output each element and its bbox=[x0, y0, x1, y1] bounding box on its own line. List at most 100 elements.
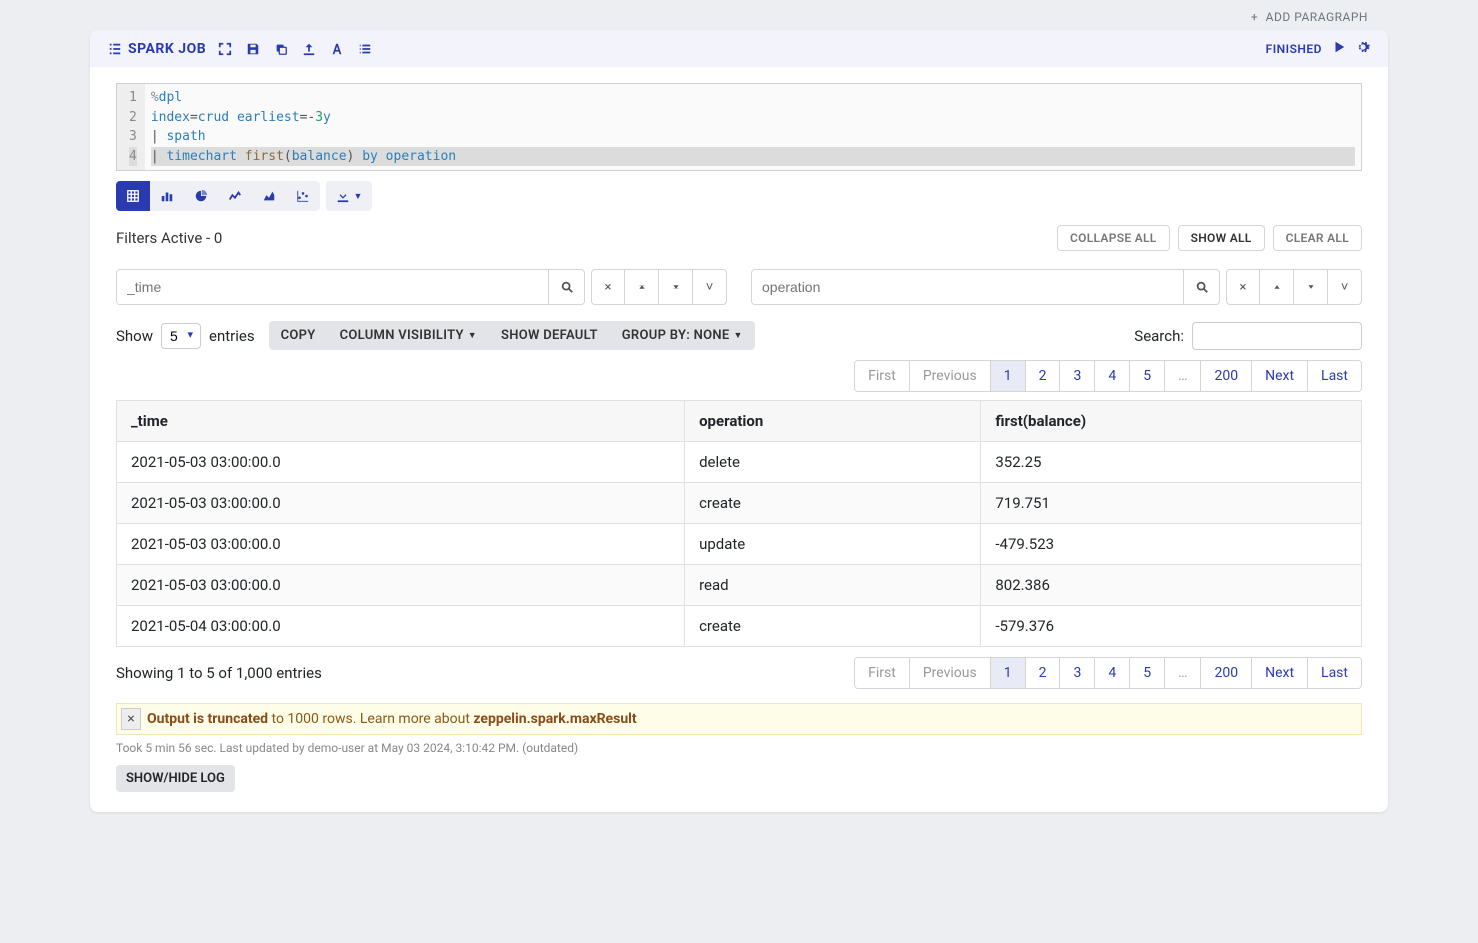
truncation-alert: × Output is truncated to 1000 rows. Lear… bbox=[116, 703, 1362, 735]
page-last[interactable]: Last bbox=[1308, 658, 1361, 688]
page-ellipsis: … bbox=[1165, 361, 1201, 391]
page-4[interactable]: 4 bbox=[1095, 361, 1130, 391]
show-all-button[interactable]: SHOW ALL bbox=[1178, 225, 1265, 251]
line-chart-icon[interactable] bbox=[218, 181, 252, 211]
table-row: 2021-05-03 03:00:00.0read802.386 bbox=[117, 565, 1362, 606]
results-table: _time operation first(balance) 2021-05-0… bbox=[116, 400, 1362, 647]
paragraph-title: SPARK JOB bbox=[108, 41, 206, 57]
filter-input-operation bbox=[751, 269, 1220, 305]
code-editor[interactable]: 1 2 3 4 %dpl index=crud earliest=-3y | s… bbox=[116, 83, 1362, 171]
close-icon[interactable]: × bbox=[121, 708, 141, 730]
page-200[interactable]: 200 bbox=[1201, 658, 1252, 688]
page-1[interactable]: 1 bbox=[991, 361, 1026, 391]
toolbar-icons bbox=[218, 42, 372, 56]
table-cell: update bbox=[685, 524, 981, 565]
clear-all-button[interactable]: CLEAR ALL bbox=[1273, 225, 1362, 251]
page-1[interactable]: 1 bbox=[991, 658, 1026, 688]
col-time[interactable]: _time bbox=[117, 401, 685, 442]
filter-sort-buttons-operation: × ˅ bbox=[1226, 269, 1362, 305]
page-5[interactable]: 5 bbox=[1130, 658, 1165, 688]
expand-icon[interactable] bbox=[218, 42, 232, 56]
table-row: 2021-05-03 03:00:00.0create719.751 bbox=[117, 483, 1362, 524]
page-size-select[interactable]: 5 bbox=[161, 323, 201, 349]
table-row: 2021-05-03 03:00:00.0update-479.523 bbox=[117, 524, 1362, 565]
font-icon[interactable] bbox=[330, 42, 344, 56]
page-3[interactable]: 3 bbox=[1060, 361, 1095, 391]
sort-asc-icon[interactable] bbox=[625, 269, 659, 305]
header-left: SPARK JOB bbox=[108, 41, 372, 57]
code-lines[interactable]: %dpl index=crud earliest=-3y | spath | t… bbox=[145, 84, 1361, 170]
table-cell: 2021-05-03 03:00:00.0 bbox=[117, 524, 685, 565]
gear-icon[interactable] bbox=[1356, 40, 1370, 57]
table-cell: 2021-05-03 03:00:00.0 bbox=[117, 442, 685, 483]
table-cell: create bbox=[685, 483, 981, 524]
collapse-all-button[interactable]: COLLAPSE ALL bbox=[1057, 225, 1170, 251]
show-hide-log-button[interactable]: SHOW/HIDE LOG bbox=[116, 765, 235, 792]
play-icon[interactable] bbox=[1332, 40, 1346, 57]
filter-buttons: COLLAPSE ALL SHOW ALL CLEAR ALL bbox=[1057, 225, 1362, 251]
sort-asc-icon[interactable] bbox=[1260, 269, 1294, 305]
page-first[interactable]: First bbox=[855, 658, 910, 688]
tasks-icon bbox=[108, 42, 122, 56]
table-body: 2021-05-03 03:00:00.0delete352.252021-05… bbox=[117, 442, 1362, 647]
chevron-down-icon[interactable]: ˅ bbox=[693, 269, 727, 305]
page-200[interactable]: 200 bbox=[1201, 361, 1252, 391]
pie-chart-icon[interactable] bbox=[184, 181, 218, 211]
chevron-down-icon: ▼ bbox=[354, 191, 363, 202]
copy-button[interactable]: COPY bbox=[269, 321, 328, 350]
filters-active-label: Filters Active - 0 bbox=[116, 229, 222, 247]
group-by-button[interactable]: GROUP BY: NONE▼ bbox=[610, 321, 755, 350]
page-first[interactable]: First bbox=[855, 361, 910, 391]
scatter-chart-icon[interactable] bbox=[286, 181, 320, 211]
table-view-icon[interactable] bbox=[116, 181, 150, 211]
download-icon bbox=[336, 189, 350, 203]
area-chart-icon[interactable] bbox=[252, 181, 286, 211]
page-2[interactable]: 2 bbox=[1026, 361, 1061, 391]
add-paragraph-label: ADD PARAGRAPH bbox=[1266, 10, 1368, 24]
filter-time-field[interactable] bbox=[117, 270, 548, 304]
save-icon[interactable] bbox=[246, 42, 260, 56]
search-icon[interactable] bbox=[1183, 270, 1219, 304]
clear-filter-icon[interactable]: × bbox=[1226, 269, 1260, 305]
column-visibility-button[interactable]: COLUMN VISIBILITY▼ bbox=[328, 321, 489, 350]
page-2[interactable]: 2 bbox=[1026, 658, 1061, 688]
show-default-button[interactable]: SHOW DEFAULT bbox=[489, 321, 610, 350]
table-cell: read bbox=[685, 565, 981, 606]
copy-icon[interactable] bbox=[274, 42, 288, 56]
col-operation[interactable]: operation bbox=[685, 401, 981, 442]
page-4[interactable]: 4 bbox=[1095, 658, 1130, 688]
sort-desc-icon[interactable] bbox=[659, 269, 693, 305]
chevron-down-icon[interactable]: ˅ bbox=[1328, 269, 1362, 305]
page-ellipsis: … bbox=[1165, 658, 1201, 688]
search-icon[interactable] bbox=[548, 270, 584, 304]
table-cell: 802.386 bbox=[981, 565, 1362, 606]
gutter: 1 2 3 4 bbox=[117, 84, 145, 170]
tc-right: Search: bbox=[1134, 322, 1362, 350]
column-filters: × ˅ × ˅ bbox=[116, 269, 1362, 305]
page-3[interactable]: 3 bbox=[1060, 658, 1095, 688]
page-last[interactable]: Last bbox=[1308, 361, 1361, 391]
page-previous[interactable]: Previous bbox=[910, 658, 991, 688]
status-label: FINISHED bbox=[1266, 42, 1322, 56]
upload-icon[interactable] bbox=[302, 42, 316, 56]
page-next[interactable]: Next bbox=[1252, 361, 1308, 391]
download-button[interactable]: ▼ bbox=[326, 181, 372, 211]
add-paragraph-bar[interactable]: + ADD PARAGRAPH bbox=[0, 0, 1478, 30]
clear-filter-icon[interactable]: × bbox=[591, 269, 625, 305]
sort-desc-icon[interactable] bbox=[1294, 269, 1328, 305]
page-5[interactable]: 5 bbox=[1130, 361, 1165, 391]
paragraph-content: 1 2 3 4 %dpl index=crud earliest=-3y | s… bbox=[90, 67, 1388, 812]
title-text: SPARK JOB bbox=[128, 41, 206, 57]
list-icon[interactable] bbox=[358, 42, 372, 56]
entries-label: entries bbox=[209, 327, 255, 345]
search-input[interactable] bbox=[1192, 322, 1362, 350]
page-next[interactable]: Next bbox=[1252, 658, 1308, 688]
col-first-balance[interactable]: first(balance) bbox=[981, 401, 1362, 442]
table-header-row: _time operation first(balance) bbox=[117, 401, 1362, 442]
filter-operation-field[interactable] bbox=[752, 270, 1183, 304]
table-cell: 352.25 bbox=[981, 442, 1362, 483]
table-cell: 2021-05-03 03:00:00.0 bbox=[117, 565, 685, 606]
page-previous[interactable]: Previous bbox=[910, 361, 991, 391]
showing-row: Showing 1 to 5 of 1,000 entries First Pr… bbox=[116, 657, 1362, 689]
bar-chart-icon[interactable] bbox=[150, 181, 184, 211]
